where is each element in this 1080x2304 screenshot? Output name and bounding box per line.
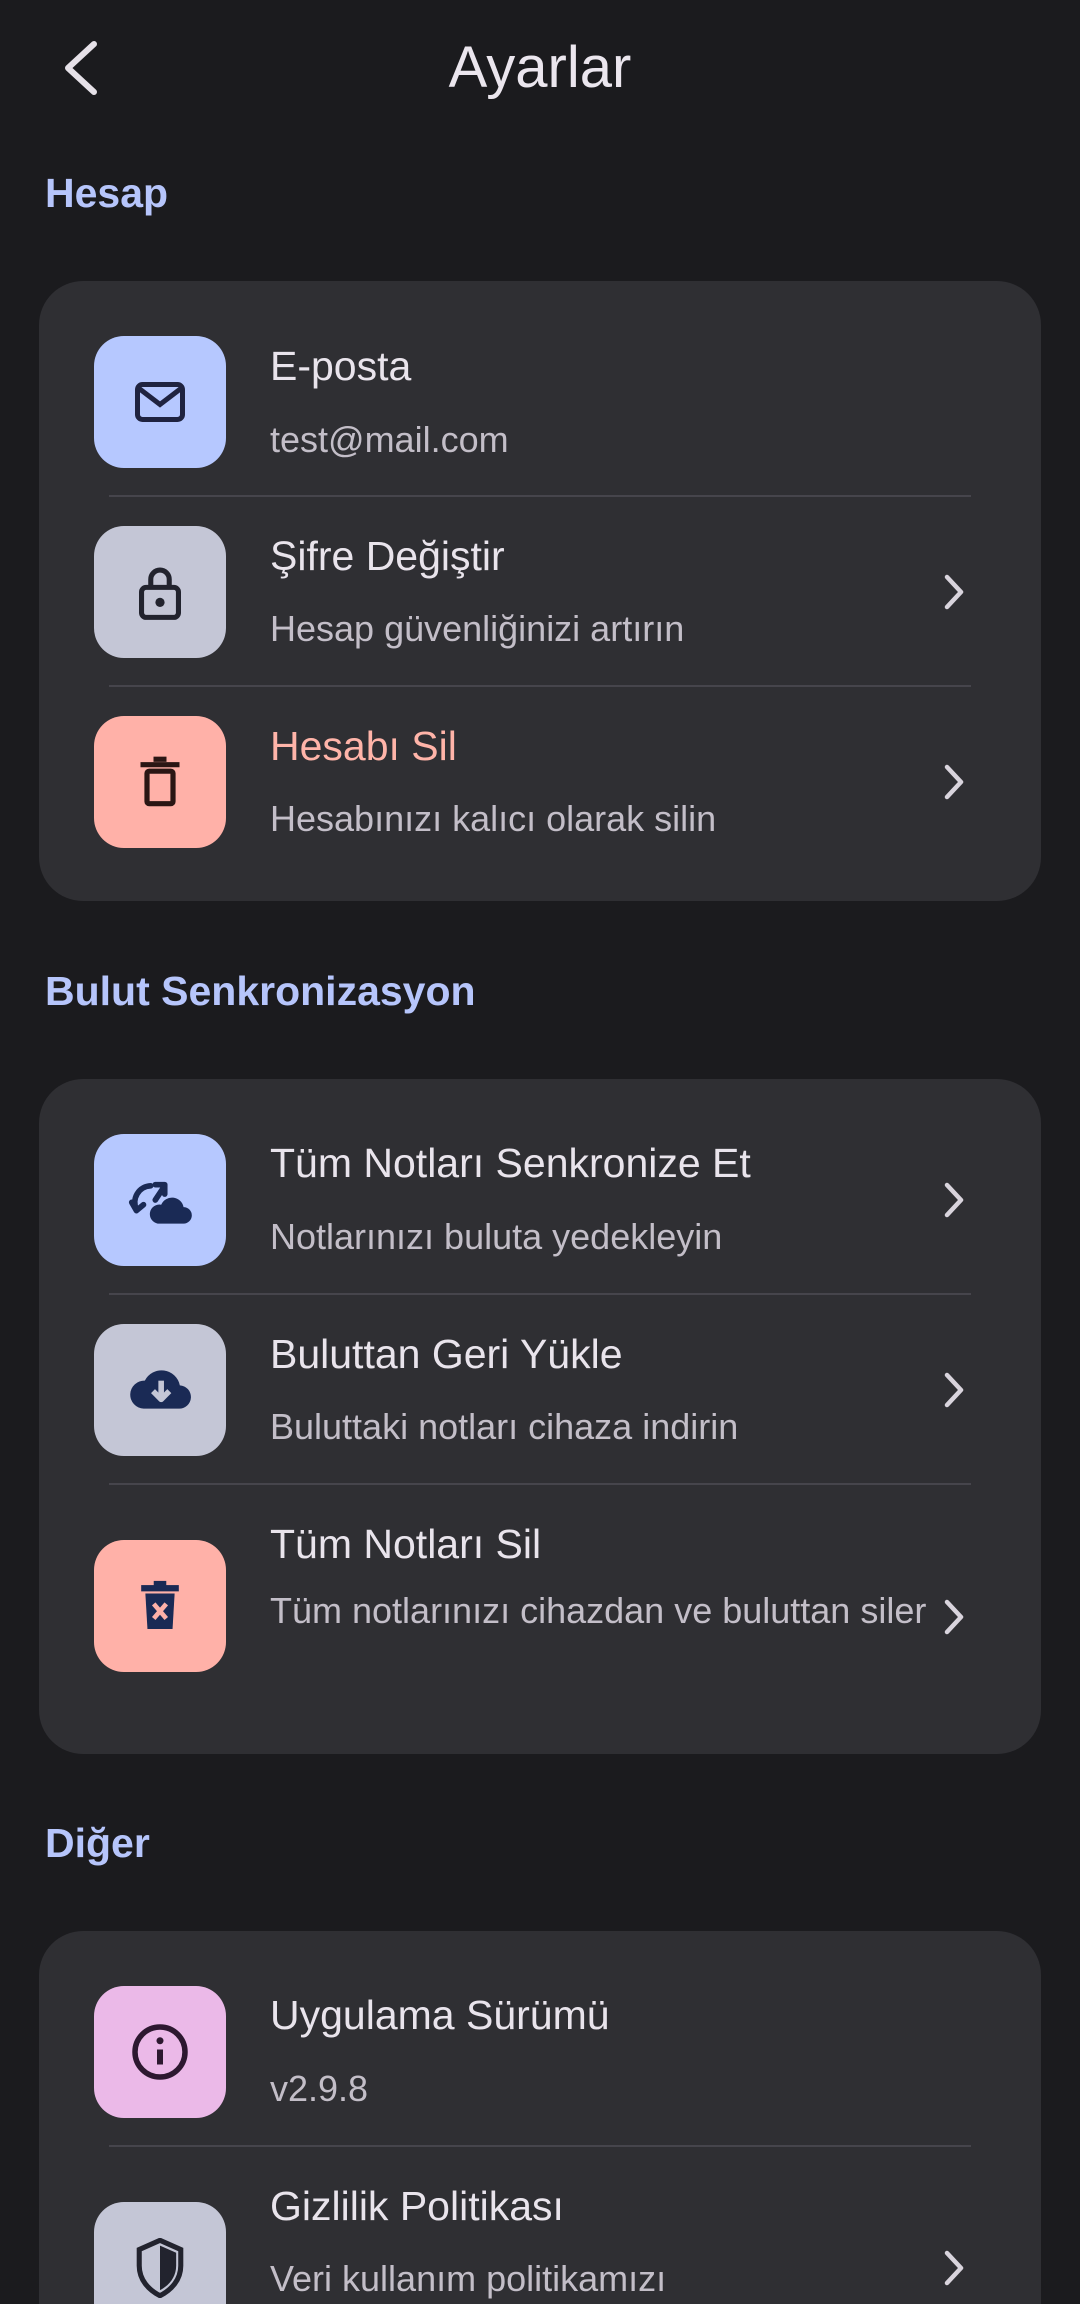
mail-icon [94, 336, 226, 468]
other-card: Uygulama Sürümü v2.9.8 Gizlilik Politika… [39, 1931, 1041, 2304]
cloud-sync-card: Tüm Notları Senkronize Et Notlarınızı bu… [39, 1079, 1041, 1754]
cloud-download-icon [94, 1324, 226, 1456]
cloud-sync-icon [94, 1134, 226, 1266]
sync-all-notes-title: Tüm Notları Senkronize Et [270, 1140, 751, 1186]
info-icon [94, 1986, 226, 2118]
chevron-right-icon [934, 567, 974, 617]
app-version-value: v2.9.8 [270, 2068, 369, 2109]
privacy-policy-subtitle: Veri kullanım politikamızı [270, 2258, 667, 2299]
change-password-row[interactable]: Şifre Değiştir Hesap güvenliğinizi artır… [39, 497, 1041, 687]
settings-screen: Ayarlar Hesap E-posta test@mail.com Şifr… [0, 0, 1080, 2304]
sync-all-notes-row[interactable]: Tüm Notları Senkronize Et Notlarınızı bu… [39, 1079, 1041, 1293]
delete-account-title: Hesabı Sil [270, 723, 457, 769]
page-title: Ayarlar [448, 35, 632, 100]
section-title-other: Diğer [45, 1820, 150, 1866]
app-version-title: Uygulama Sürümü [270, 1992, 610, 2038]
email-value: test@mail.com [270, 419, 509, 460]
section-title-cloud-sync: Bulut Senkronizasyon [45, 968, 476, 1014]
account-card: E-posta test@mail.com Şifre Değiştir Hes… [39, 281, 1041, 901]
top-app-bar: Ayarlar [0, 0, 1080, 140]
chevron-right-icon [934, 2243, 974, 2293]
privacy-policy-row[interactable]: Gizlilik Politikası Veri kullanım politi… [39, 2147, 1041, 2304]
delete-account-row[interactable]: Hesabı Sil Hesabınızı kalıcı olarak sili… [39, 687, 1041, 901]
privacy-policy-title: Gizlilik Politikası [270, 2183, 564, 2229]
restore-from-cloud-title: Buluttan Geri Yükle [270, 1331, 623, 1377]
lock-icon [94, 526, 226, 658]
email-title: E-posta [270, 343, 412, 389]
delete-all-notes-subtitle: Tüm notlarınızı cihazdan ve buluttan sil… [270, 1590, 927, 1631]
section-title-account: Hesap [45, 170, 169, 216]
change-password-title: Şifre Değiştir [270, 533, 505, 579]
sync-all-notes-subtitle: Notlarınızı buluta yedekleyin [270, 1216, 723, 1257]
delete-forever-icon [94, 1540, 226, 1672]
restore-from-cloud-subtitle: Buluttaki notları cihaza indirin [270, 1406, 739, 1447]
trash-icon [94, 716, 226, 848]
change-password-subtitle: Hesap güvenliğinizi artırın [270, 608, 685, 649]
shield-icon [94, 2202, 226, 2304]
chevron-right-icon [934, 757, 974, 807]
delete-all-notes-row[interactable]: Tüm Notları Sil Tüm notlarınızı cihazdan… [39, 1485, 1041, 1754]
chevron-right-icon [934, 1365, 974, 1415]
app-version-row: Uygulama Sürümü v2.9.8 [39, 1931, 1041, 2145]
restore-from-cloud-row[interactable]: Buluttan Geri Yükle Buluttaki notları ci… [39, 1295, 1041, 1483]
delete-all-notes-title: Tüm Notları Sil [270, 1521, 542, 1567]
chevron-right-icon [934, 1592, 974, 1642]
chevron-right-icon [934, 1175, 974, 1225]
delete-account-subtitle: Hesabınızı kalıcı olarak silin [270, 798, 717, 839]
email-row[interactable]: E-posta test@mail.com [39, 281, 1041, 491]
